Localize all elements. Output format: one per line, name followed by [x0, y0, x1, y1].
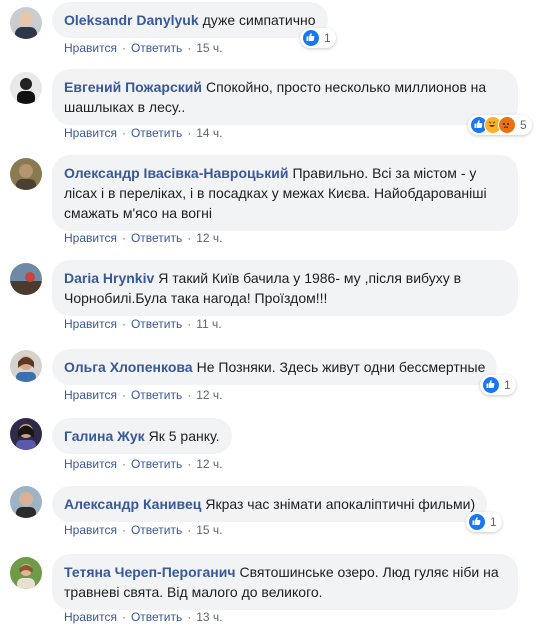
comment-timestamp[interactable]: 12 ч.	[196, 388, 222, 402]
like-link[interactable]: Нравится	[64, 126, 117, 140]
comment-bubble: Евгений Пожарский Спокойно, просто нескол…	[52, 69, 518, 125]
like-link[interactable]: Нравится	[64, 523, 117, 537]
reply-link[interactable]: Ответить	[131, 610, 182, 624]
reply-link[interactable]: Ответить	[131, 523, 182, 537]
comment-actions: Нравится · Ответить · 12 ч.	[64, 230, 223, 246]
reaction-count: 1	[490, 515, 497, 529]
comment-text: Не Позняки. Здесь живут одни бессмертные	[196, 359, 486, 375]
like-reaction-icon	[482, 376, 500, 394]
comment-actions: Нравится · Ответить · 12 ч.	[64, 387, 223, 403]
comment-bubble: Галина Жук Як 5 ранку.	[52, 418, 232, 454]
separator-dot: ·	[187, 457, 192, 471]
comment-bubble: Daria Hrynkiv Я такий Київ бачила у 1986-…	[52, 260, 518, 316]
avatar[interactable]	[10, 72, 42, 104]
avatar[interactable]	[10, 158, 42, 190]
comment-author[interactable]: Oleksandr Danylyuk	[64, 12, 199, 28]
avatar[interactable]	[10, 7, 42, 39]
avatar[interactable]	[10, 418, 42, 450]
avatar[interactable]	[10, 350, 42, 382]
like-link[interactable]: Нравится	[64, 610, 117, 624]
separator-dot: ·	[187, 610, 192, 624]
like-reaction-icon	[302, 29, 320, 47]
comment-bubble: Александр Канивец Якраз час знімати апока…	[52, 486, 488, 522]
like-link[interactable]: Нравится	[64, 231, 117, 245]
like-link[interactable]: Нравится	[64, 457, 117, 471]
separator-dot: ·	[187, 523, 192, 537]
separator-dot: ·	[121, 231, 126, 245]
separator-dot: ·	[121, 317, 126, 331]
reaction-count: 5	[520, 118, 527, 132]
reactions-summary[interactable]: 1	[466, 512, 502, 532]
avatar[interactable]	[10, 263, 42, 295]
reactions-summary[interactable]: 1	[300, 28, 336, 48]
comment-timestamp[interactable]: 15 ч.	[196, 41, 222, 55]
reaction-count: 1	[504, 378, 511, 392]
reaction-count: 1	[324, 31, 331, 45]
avatar[interactable]	[10, 486, 42, 518]
reply-link[interactable]: Ответить	[131, 231, 182, 245]
reply-link[interactable]: Ответить	[131, 126, 182, 140]
comment-bubble: Ольга Хлопенкова Не Позняки. Здесь живут …	[52, 349, 498, 385]
separator-dot: ·	[187, 317, 192, 331]
comment-text: Якраз час знімати апокаліптичні фильми)	[205, 496, 476, 512]
comment-timestamp[interactable]: 12 ч.	[196, 231, 222, 245]
separator-dot: ·	[187, 231, 192, 245]
comment-actions: Нравится · Ответить · 12 ч.	[64, 456, 223, 472]
comment-author[interactable]: Daria Hrynkiv	[64, 270, 154, 286]
separator-dot: ·	[187, 126, 192, 140]
reactions-summary[interactable]: 5	[468, 115, 532, 135]
comment-timestamp[interactable]: 14 ч.	[196, 126, 222, 140]
comment-author[interactable]: Ольга Хлопенкова	[64, 359, 193, 375]
comment-actions: Нравится · Ответить · 15 ч.	[64, 522, 223, 538]
separator-dot: ·	[121, 126, 126, 140]
separator-dot: ·	[121, 457, 126, 471]
like-link[interactable]: Нравится	[64, 388, 117, 402]
reply-link[interactable]: Ответить	[131, 457, 182, 471]
separator-dot: ·	[187, 388, 192, 402]
comment-timestamp[interactable]: 15 ч.	[196, 523, 222, 537]
reply-link[interactable]: Ответить	[131, 317, 182, 331]
comment-actions: Нравится · Ответить · 15 ч.	[64, 40, 223, 56]
comment-bubble: Тетяна Череп-Пероганич Святошинське озеро…	[52, 554, 518, 610]
comment-text: Як 5 ранку.	[148, 428, 220, 444]
comment-text: дуже симпатично	[202, 12, 316, 28]
like-link[interactable]: Нравится	[64, 317, 117, 331]
comment-author[interactable]: Тетяна Череп-Пероганич	[64, 564, 235, 580]
comment-bubble: Олександр Івасівка-Навроцький Правильно. …	[52, 155, 518, 231]
separator-dot: ·	[187, 41, 192, 55]
comment-timestamp[interactable]: 12 ч.	[196, 457, 222, 471]
comment-author[interactable]: Александр Канивец	[64, 496, 201, 512]
comment-timestamp[interactable]: 13 ч.	[196, 610, 222, 624]
separator-dot: ·	[121, 41, 126, 55]
comment-timestamp[interactable]: 11 ч.	[196, 317, 221, 331]
like-link[interactable]: Нравится	[64, 41, 117, 55]
reply-link[interactable]: Ответить	[131, 41, 182, 55]
like-reaction-icon	[468, 513, 486, 531]
comment-bubble: Oleksandr Danylyuk дуже симпатично	[52, 2, 328, 38]
separator-dot: ·	[121, 388, 126, 402]
comment-actions: Нравится · Ответить · 14 ч.	[64, 125, 223, 141]
comment-author[interactable]: Евгений Пожарский	[64, 79, 202, 95]
reply-link[interactable]: Ответить	[131, 388, 182, 402]
comment-author[interactable]: Олександр Івасівка-Навроцький	[64, 165, 288, 181]
comment-author[interactable]: Галина Жук	[64, 428, 145, 444]
avatar[interactable]	[10, 557, 42, 589]
comment-actions: Нравится · Ответить · 11 ч.	[64, 316, 222, 332]
separator-dot: ·	[121, 523, 126, 537]
angry-reaction-icon	[498, 116, 516, 134]
comment-actions: Нравится · Ответить · 13 ч.	[64, 609, 223, 625]
reactions-summary[interactable]: 1	[480, 375, 516, 395]
separator-dot: ·	[121, 610, 126, 624]
